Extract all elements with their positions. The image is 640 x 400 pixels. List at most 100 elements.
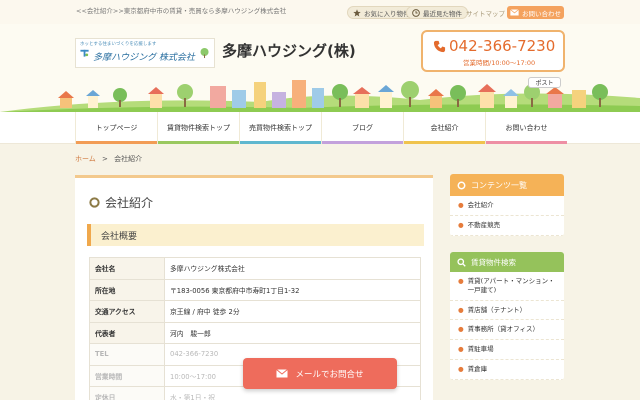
recent-button[interactable]: 最近見た物件 — [406, 6, 468, 19]
clock-icon — [412, 8, 420, 17]
main-nav: トップページ 賃貸物件検索トップ 売買物件検索トップ ブログ 会社紹介 お問い合わせ — [0, 112, 640, 144]
search-icon — [457, 257, 466, 267]
header: ホッとする住まいづくりを応援します 多摩ハウジング 株式会社 多摩ハウジング(株… — [0, 24, 640, 112]
breadcrumb-home[interactable]: ホーム — [75, 155, 96, 163]
table-row: 代表者 河内 駿一郎 — [89, 321, 421, 344]
table-row: 会社名 多摩ハウジング株式会社 — [89, 257, 421, 280]
company-name: 多摩ハウジング(株) — [222, 42, 356, 60]
phone-number[interactable]: 042-366-7230 — [433, 37, 555, 55]
nav-color-bar — [486, 141, 567, 144]
star-icon — [353, 8, 361, 16]
phone-text: 042-366-7230 — [449, 37, 556, 55]
nav-item-label: ブログ — [352, 124, 373, 132]
circle-bullet-icon — [89, 197, 100, 208]
tagline: <<会社紹介>>東京都府中市の賃貸・売買なら多摩ハウジング株式会社 — [76, 7, 287, 15]
sidebar-item[interactable]: ● 賃事務所（貸オフィス） — [450, 320, 564, 341]
sidebar-item[interactable]: ● 不動産競売 — [450, 216, 564, 236]
contents-header: コンテンツ一覧 — [450, 174, 564, 196]
row-value: 多摩ハウジング株式会社 — [164, 257, 421, 280]
nav-color-bar — [76, 141, 157, 144]
table-row: 交通アクセス 京王線 / 府中 徒歩 2分 — [89, 300, 421, 323]
row-key: 所在地 — [89, 278, 165, 301]
logo-small-text: ホッとする住まいづくりを応援します — [80, 42, 157, 47]
page-title: 会社紹介 — [105, 196, 154, 210]
search-list: ● 賃貸(アパート・マンション・一戸建て) ● 賃店舗（テナント） ● 賃事務所（貸オフィ… — [450, 272, 564, 380]
contents-title: コンテンツ一覧 — [471, 180, 527, 190]
nav-item-label: 会社紹介 — [430, 124, 459, 132]
top-bar: <<会社紹介>>東京都府中市の賃貸・売買なら多摩ハウジング株式会社 お気に入り物… — [0, 0, 640, 24]
post-label: ポスト — [535, 80, 554, 87]
sidebar-contents: コンテンツ一覧 ● 会社紹介 ● 不動産競売 — [450, 174, 564, 236]
nav-item-label: 売買物件検索トップ — [249, 124, 312, 132]
inquiry-button[interactable]: お問い合わせ — [507, 6, 564, 19]
nav-color-bar — [158, 141, 239, 144]
sidebar-item-label: 賃駐車場 — [467, 345, 494, 354]
sidebar-item-label: 会社紹介 — [467, 201, 494, 209]
nav-item-label: お問い合わせ — [505, 124, 548, 132]
sidebar-item-label: 賃貸(アパート・マンション・一戸建て) — [467, 277, 555, 294]
row-key: TEL — [89, 343, 165, 366]
breadcrumb-separator: > — [102, 155, 108, 163]
bullet-icon: ● — [458, 201, 464, 209]
mail-inquiry-button[interactable]: メールでお問合せ — [243, 358, 397, 389]
post-button[interactable]: ポスト — [528, 77, 561, 88]
mail-icon — [276, 369, 289, 378]
sidebar-item-label: 賃店舗（テナント） — [467, 305, 527, 314]
nav-item-1[interactable]: 賃貸物件検索トップ — [157, 112, 239, 144]
circle-bullet-icon — [457, 181, 466, 189]
search-header: 賃貸物件検索 — [450, 252, 564, 272]
breadcrumb: ホーム > 会社紹介 — [75, 154, 142, 164]
bullet-icon: ● — [458, 364, 464, 373]
nav-item-3[interactable]: ブログ — [321, 112, 403, 144]
bullet-icon: ● — [458, 325, 464, 334]
nav-color-bar — [404, 141, 485, 144]
nav-color-bar — [240, 141, 321, 144]
sitemap-link[interactable]: サイトマップ — [466, 8, 505, 18]
sidebar-item[interactable]: ● 賃店舗（テナント） — [450, 301, 564, 321]
phone-icon — [433, 40, 446, 52]
sidebar-item-label: 不動産競売 — [467, 220, 501, 229]
bullet-icon: ● — [458, 305, 464, 314]
nav-color-bar — [322, 141, 403, 144]
sidebar-item-label: 賃事務所（貸オフィス） — [467, 325, 540, 334]
row-key: 定休日 — [89, 386, 165, 400]
nav-item-2[interactable]: 売買物件検索トップ — [239, 112, 321, 144]
nav-item-0[interactable]: トップページ — [75, 112, 157, 144]
row-key: 代表者 — [89, 321, 165, 344]
business-hours: 営業時間/10:00〜17:00 — [463, 59, 536, 67]
inquiry-label: お問い合わせ — [522, 9, 561, 18]
sidebar-item-label: 賃倉庫 — [467, 364, 488, 373]
nav-item-5[interactable]: お問い合わせ — [485, 112, 567, 144]
sidebar-item[interactable]: ● 賃倉庫 — [450, 360, 564, 380]
row-key: 交通アクセス — [89, 300, 165, 323]
section-title: 会社概要 — [87, 224, 424, 246]
sidebar-item[interactable]: ● 賃駐車場 — [450, 340, 564, 360]
sidebar-item[interactable]: ● 賃貸(アパート・マンション・一戸建て) — [450, 272, 564, 301]
logo[interactable]: ホッとする住まいづくりを応援します 多摩ハウジング 株式会社 — [75, 38, 215, 68]
favorites-label: お気に入り物件 — [364, 9, 410, 18]
nav-item-label: トップページ — [95, 124, 138, 132]
row-key: 営業時間 — [89, 364, 165, 387]
row-key: 会社名 — [89, 257, 165, 280]
recent-label: 最近見た物件 — [423, 9, 462, 18]
tree-icon — [200, 47, 209, 59]
row-value: 〒183-0056 東京都府中市寿町1丁目1-32 — [164, 278, 421, 301]
row-value: 京王線 / 府中 徒歩 2分 — [164, 300, 421, 323]
sidebar-search: 賃貸物件検索 ● 賃貸(アパート・マンション・一戸建て) ● 賃店舗（テナント） ● 賃事… — [450, 252, 564, 380]
phone-box: 042-366-7230 営業時間/10:00〜17:00 — [421, 30, 565, 72]
logo-text: 多摩ハウジング 株式会社 — [93, 52, 195, 63]
bullet-icon: ● — [458, 277, 464, 285]
table-row: 所在地 〒183-0056 東京都府中市寿町1丁目1-32 — [89, 278, 421, 301]
bullet-icon: ● — [458, 345, 464, 354]
breadcrumb-current: 会社紹介 — [114, 155, 143, 163]
sidebar-item[interactable]: ● 会社紹介 — [450, 196, 564, 216]
bullet-icon: ● — [458, 220, 464, 229]
nav-item-label: 賃貸物件検索トップ — [167, 124, 230, 132]
mail-icon — [510, 9, 519, 16]
contents-list: ● 会社紹介 ● 不動産競売 — [450, 196, 564, 236]
search-title: 賃貸物件検索 — [471, 257, 516, 267]
row-value: 河内 駿一郎 — [164, 321, 421, 344]
nav-item-4[interactable]: 会社紹介 — [403, 112, 485, 144]
page-title-wrap: 会社紹介 — [89, 194, 153, 211]
mail-button-label: メールでお問合せ — [295, 369, 364, 380]
